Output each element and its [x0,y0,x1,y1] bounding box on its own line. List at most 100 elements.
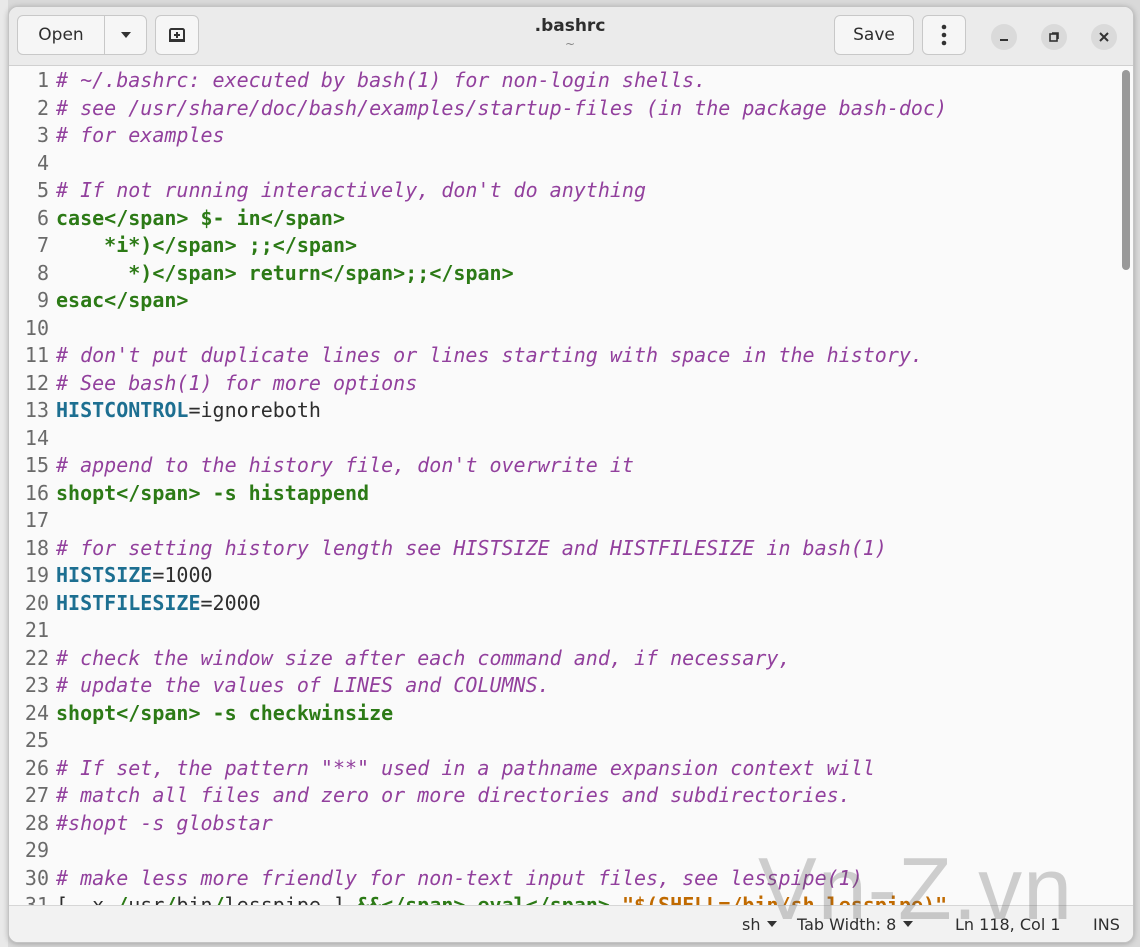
line-text[interactable]: # check the window size after each comma… [56,645,791,673]
menu-button[interactable] [922,15,966,55]
line-number: 28 [24,810,49,835]
line-text[interactable]: # don't put duplicate lines or lines sta… [56,342,923,370]
line-text[interactable]: # make less more friendly for non-text i… [56,865,863,893]
window-title: .bashrc ~ [409,15,731,51]
code-line[interactable]: 8 *)</span> return</span>;;</span> [9,260,1133,288]
code-line[interactable]: 3 # for examples [9,122,1133,150]
code-line[interactable]: 6 case</span> $- in</span> [9,205,1133,233]
line-number: 15 [24,453,49,477]
code-line[interactable]: 11 # don't put duplicate lines or lines s… [9,342,1133,370]
line-number: 29 [24,838,49,862]
code-line[interactable]: 12 # See bash(1) for more options [9,370,1133,398]
code-line[interactable]: 21 [9,617,1133,645]
line-text[interactable]: shopt</span> -s histappend [56,480,369,508]
line-text[interactable]: # update the values of LINES and COLUMNS… [56,672,550,700]
line-number: 17 [24,508,49,532]
code-line[interactable]: 7 *i*)</span> ;;</span> [9,232,1133,260]
line-number: 14 [24,425,49,450]
code-area[interactable]: 1 # ~/.bashrc: executed by bash(1) for no… [9,66,1133,906]
line-text[interactable]: # append to the history file, don't over… [56,452,634,480]
code-line[interactable]: 16 shopt</span> -s histappend [9,480,1133,508]
kebab-menu-icon [941,24,947,46]
code-line[interactable]: 10 [9,315,1133,343]
close-button[interactable] [1091,24,1117,50]
close-icon [1099,32,1109,42]
line-number: 27 [24,783,49,807]
save-button[interactable]: Save [834,15,914,55]
file-name: .bashrc [534,16,606,36]
tab-width-selector[interactable]: Tab Width: 8 [797,906,914,942]
line-text[interactable]: # match all files and zero or more direc… [56,782,851,810]
language-selector[interactable]: sh [742,906,778,942]
code-line[interactable]: 20 HISTFILESIZE=2000 [9,590,1133,618]
code-line[interactable]: 13 HISTCONTROL=ignoreboth [9,397,1133,425]
code-line[interactable]: 27 # match all files and zero or more dir… [9,782,1133,810]
line-number: 19 [24,563,49,587]
status-bar: sh Tab Width: 8 Ln 118, Col 1 INS [9,905,1133,942]
code-line[interactable]: 29 [9,837,1133,865]
open-dropdown-button[interactable] [105,16,146,54]
cursor-position[interactable]: Ln 118, Col 1 [955,906,1061,942]
line-number: 12 [24,370,49,395]
open-button[interactable]: Open [18,16,105,54]
restore-icon [1049,32,1059,42]
line-text[interactable]: [ -x /usr/bin/lesspipe ] &&</span> eval<… [56,892,947,906]
line-number: 9 [36,288,49,312]
code-line[interactable]: 9 esac</span> [9,287,1133,315]
new-tab-button[interactable] [155,15,199,55]
code-line[interactable]: 19 HISTSIZE=1000 [9,562,1133,590]
vertical-scrollbar[interactable] [1122,70,1130,270]
line-text[interactable]: # for setting history length see HISTSIZ… [56,535,887,563]
line-text[interactable]: HISTFILESIZE=2000 [56,590,261,618]
line-number: 22 [24,645,49,670]
line-text[interactable]: # If not running interactively, don't do… [56,177,646,205]
line-text[interactable]: esac</span> [56,287,188,315]
line-number: 16 [24,480,49,505]
code-line[interactable]: 23 # update the values of LINES and COLUM… [9,672,1133,700]
line-number: 3 [36,123,49,147]
line-text[interactable]: # If set, the pattern "**" used in a pat… [56,755,875,783]
insert-mode[interactable]: INS [1093,906,1120,942]
code-line[interactable]: 17 [9,507,1133,535]
line-number: 21 [24,618,49,642]
code-line[interactable]: 18 # for setting history length see HISTS… [9,535,1133,563]
code-line[interactable]: 14 [9,425,1133,453]
code-line[interactable]: 31 [ -x /usr/bin/lesspipe ] &&</span> eva… [9,892,1133,906]
line-text[interactable]: # see /usr/share/doc/bash/examples/start… [56,95,947,123]
code-line[interactable]: 22 # check the window size after each com… [9,645,1133,673]
code-line[interactable]: 25 [9,727,1133,755]
code-line[interactable]: 30 # make less more friendly for non-text… [9,865,1133,893]
open-button-group: Open [17,15,147,55]
line-number: 8 [36,260,49,285]
line-text[interactable]: *)</span> return</span>;;</span> [56,260,513,288]
line-number: 18 [24,535,49,560]
code-line[interactable]: 4 [9,150,1133,178]
text-editor-window: Open .bashrc ~ Save 1 # ~/.bashrc: execu… [8,6,1134,943]
code-line[interactable]: 24 shopt</span> -s checkwinsize [9,700,1133,728]
line-text[interactable]: *i*)</span> ;;</span> [56,232,357,260]
line-text[interactable]: HISTCONTROL=ignoreboth [56,397,321,425]
line-text[interactable]: # See bash(1) for more options [56,370,417,398]
code-line[interactable]: 5 # If not running interactively, don't d… [9,177,1133,205]
line-text[interactable]: shopt</span> -s checkwinsize [56,700,393,728]
line-number: 26 [24,755,49,780]
code-editor[interactable]: 1 # ~/.bashrc: executed by bash(1) for no… [9,66,1133,906]
line-text[interactable]: # ~/.bashrc: executed by bash(1) for non… [56,67,706,95]
maximize-button[interactable] [1041,24,1067,50]
code-line[interactable]: 26 # If set, the pattern "**" used in a p… [9,755,1133,783]
line-text[interactable]: # for examples [56,122,225,150]
line-number: 7 [36,233,49,257]
line-number: 31 [24,893,49,906]
code-line[interactable]: 1 # ~/.bashrc: executed by bash(1) for no… [9,67,1133,95]
code-line[interactable]: 2 # see /usr/share/doc/bash/examples/star… [9,95,1133,123]
minimize-button[interactable] [991,24,1017,50]
minimize-icon [1000,39,1008,41]
background-window-edge [0,0,8,947]
line-number: 11 [24,343,49,367]
code-line[interactable]: 28 #shopt -s globstar [9,810,1133,838]
line-text[interactable]: case</span> $- in</span> [56,205,345,233]
line-text[interactable]: #shopt -s globstar [56,810,273,838]
code-line[interactable]: 15 # append to the history file, don't ov… [9,452,1133,480]
line-text[interactable]: HISTSIZE=1000 [56,562,213,590]
line-number: 6 [36,205,49,230]
